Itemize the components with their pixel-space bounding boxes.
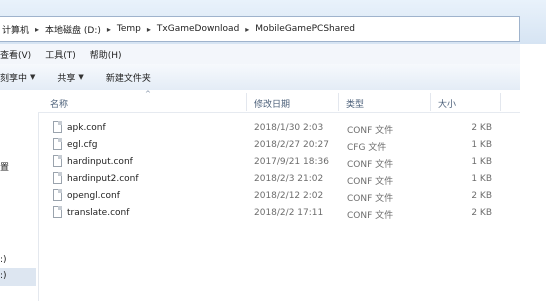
column-header-type[interactable]: 类型 <box>346 97 364 110</box>
file-size: 2 KB <box>471 208 492 218</box>
file-icon <box>53 189 62 201</box>
breadcrumb-txgamedownload[interactable]: TxGameDownload <box>157 24 239 34</box>
file-date: 2017/9/21 18:36 <box>254 157 329 167</box>
file-type: CONF 文件 <box>347 177 394 187</box>
file-type: CONF 文件 <box>347 160 394 170</box>
file-icon <box>53 138 62 150</box>
menu-bar: 查看(V) 工具(T) 帮助(H) <box>0 44 546 65</box>
breadcrumb[interactable]: 计算机 ▸ 本地磁盘 (D:) ▸ Temp ▸ TxGameDownload … <box>0 16 520 42</box>
file-icon <box>53 121 62 133</box>
file-row[interactable]: egl.cfg 2018/2/27 20:27 CFG 文件 1 KB <box>38 137 546 154</box>
file-icon <box>53 206 62 218</box>
file-name: hardinput2.conf <box>67 174 139 184</box>
chevron-right-icon[interactable]: ▸ <box>35 25 39 34</box>
address-bar-area: 计算机 ▸ 本地磁盘 (D:) ▸ Temp ▸ TxGameDownload … <box>0 0 546 44</box>
command-bar: 刻享中 ▼ 共享 ▼ 新建文件夹 <box>0 64 546 91</box>
file-size: 1 KB <box>471 140 492 150</box>
include-in-library-label: 刻享中 <box>0 73 28 84</box>
file-row[interactable]: hardinput.conf 2017/9/21 18:36 CONF 文件 1… <box>38 154 546 171</box>
column-header-row: ^ 名称 修改日期 类型 大小 <box>38 90 546 113</box>
file-size: 2 KB <box>471 123 492 133</box>
file-name: egl.cfg <box>67 140 98 150</box>
caret-down-icon: ▼ <box>78 73 84 81</box>
file-icon <box>53 172 62 184</box>
nav-item-drive-partial[interactable]: :) <box>0 255 7 265</box>
file-date: 2018/1/30 2:03 <box>254 123 324 133</box>
breadcrumb-temp[interactable]: Temp <box>117 24 141 34</box>
file-type: CONF 文件 <box>347 126 394 136</box>
file-name: opengl.conf <box>67 191 120 201</box>
nav-item-selected[interactable]: :) <box>0 268 36 286</box>
file-type: CFG 文件 <box>347 143 387 153</box>
caret-down-icon: ▼ <box>30 73 36 81</box>
file-type: CONF 文件 <box>347 194 394 204</box>
file-name: hardinput.conf <box>67 157 133 167</box>
column-header-date-modified[interactable]: 修改日期 <box>254 97 290 110</box>
share-button[interactable]: 共享 ▼ <box>57 71 83 84</box>
column-header-name[interactable]: 名称 <box>50 97 68 110</box>
file-name: translate.conf <box>67 208 130 218</box>
file-size: 2 KB <box>471 191 492 201</box>
file-type: CONF 文件 <box>347 211 394 221</box>
column-divider[interactable] <box>246 93 247 111</box>
new-folder-label: 新建文件夹 <box>105 73 151 84</box>
file-row[interactable]: translate.conf 2018/2/2 17:11 CONF 文件 2 … <box>38 205 546 222</box>
nav-item-partial[interactable]: 置 <box>0 160 9 173</box>
sort-ascending-icon: ^ <box>145 90 151 98</box>
column-header-size[interactable]: 大小 <box>438 97 456 110</box>
menu-view[interactable]: 查看(V) <box>0 48 31 61</box>
chevron-right-icon[interactable]: ▸ <box>107 25 111 34</box>
file-date: 2018/2/27 20:27 <box>254 140 329 150</box>
file-date: 2018/2/2 17:11 <box>254 208 324 218</box>
breadcrumb-computer[interactable]: 计算机 <box>2 23 29 36</box>
breadcrumb-mobilegamepcshared[interactable]: MobileGamePCShared <box>255 24 355 34</box>
file-row[interactable]: apk.conf 2018/1/30 2:03 CONF 文件 2 KB <box>38 120 546 137</box>
include-in-library-button[interactable]: 刻享中 ▼ <box>0 71 35 84</box>
chevron-right-icon[interactable]: ▸ <box>147 25 151 34</box>
column-divider[interactable] <box>500 93 501 111</box>
file-name: apk.conf <box>67 123 106 133</box>
share-label: 共享 <box>57 73 76 84</box>
file-date: 2018/2/12 2:02 <box>254 191 324 201</box>
column-divider[interactable] <box>338 93 339 111</box>
navigation-pane[interactable]: 置 :) :) <box>0 90 39 301</box>
file-size: 1 KB <box>471 174 492 184</box>
column-divider[interactable] <box>430 93 431 111</box>
nav-item-drive-selected-partial: :) <box>0 271 7 281</box>
file-row[interactable]: opengl.conf 2018/2/12 2:02 CONF 文件 2 KB <box>38 188 546 205</box>
window-edge <box>520 44 546 301</box>
file-row[interactable]: hardinput2.conf 2018/2/3 21:02 CONF 文件 1… <box>38 171 546 188</box>
file-date: 2018/2/3 21:02 <box>254 174 324 184</box>
menu-help[interactable]: 帮助(H) <box>90 48 122 61</box>
file-icon <box>53 155 62 167</box>
file-size: 1 KB <box>471 157 492 167</box>
new-folder-button[interactable]: 新建文件夹 <box>106 71 151 84</box>
breadcrumb-local-disk-d[interactable]: 本地磁盘 (D:) <box>45 23 101 36</box>
menu-tools[interactable]: 工具(T) <box>45 48 76 61</box>
chevron-right-icon[interactable]: ▸ <box>245 25 249 34</box>
